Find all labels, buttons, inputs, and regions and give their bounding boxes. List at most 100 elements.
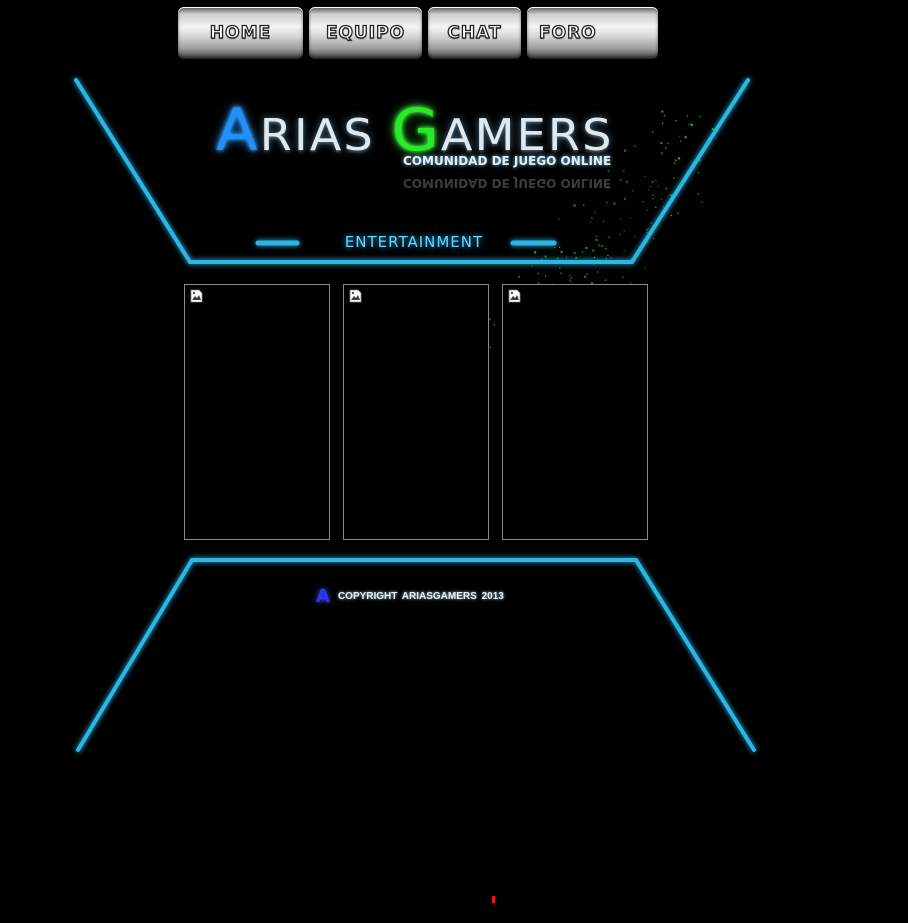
site-logo[interactable]: ARIAS GAMERS COMUNIDAD DE JUEGO ONLINE (216, 96, 626, 168)
particle (493, 324, 495, 326)
particle (694, 159, 696, 162)
particle (590, 221, 592, 223)
particle (644, 267, 646, 269)
particle (673, 177, 675, 179)
particle (585, 247, 588, 249)
logo-initial-a: A (216, 96, 260, 164)
particle (690, 124, 693, 127)
particle (569, 279, 571, 281)
nav-chat-button[interactable]: CHAT (428, 7, 521, 59)
page: HOME EQUIPO CHAT FORO ARIAS GAMERS COMUN… (0, 0, 908, 923)
particle (604, 279, 607, 281)
particle (559, 267, 561, 269)
particle (610, 257, 612, 259)
broken-image-icon (508, 289, 521, 303)
particle (554, 247, 556, 249)
particle (592, 249, 594, 252)
red-mark (492, 896, 495, 903)
particle (665, 187, 667, 190)
particle (595, 238, 598, 241)
particle (661, 122, 664, 124)
particle (556, 257, 559, 260)
particle (631, 190, 634, 192)
particle (619, 233, 621, 236)
particle (570, 281, 572, 283)
particle (661, 123, 664, 125)
particle (573, 252, 576, 255)
particle (592, 249, 595, 252)
particle (697, 193, 699, 195)
particle (605, 247, 607, 250)
nav-foro-button[interactable]: FORO (527, 7, 658, 59)
nav-home-label: HOME (209, 22, 272, 43)
content-panel-3[interactable] (502, 284, 648, 540)
particle (626, 181, 628, 184)
particle (646, 228, 648, 231)
particle (601, 261, 603, 263)
particle (623, 250, 625, 252)
logo-reflection: COMUNIDAD DE JUEGO ONLINE (216, 172, 626, 212)
particle (677, 212, 679, 214)
particle (558, 218, 560, 220)
particle (679, 135, 681, 137)
particle (657, 223, 659, 225)
particle (651, 230, 654, 232)
particle (608, 236, 610, 238)
particle (594, 211, 596, 214)
particle (660, 152, 663, 155)
particle (651, 180, 654, 183)
particle (584, 275, 587, 278)
particle (697, 171, 700, 174)
particle (661, 110, 664, 113)
particle (648, 189, 650, 191)
particle (598, 244, 601, 247)
nav-home-button[interactable]: HOME (178, 7, 303, 59)
footer: A COPYRIGHT ARIASGAMERS 2013 (316, 586, 504, 607)
particle (624, 260, 627, 263)
particle (650, 222, 652, 224)
nav-equipo-button[interactable]: EQUIPO (309, 7, 422, 59)
particle (591, 217, 593, 219)
particle (652, 131, 654, 133)
particle (489, 346, 491, 348)
particle (619, 218, 622, 220)
particle (607, 254, 609, 256)
particle (575, 256, 578, 259)
particle (592, 262, 594, 264)
particle (647, 228, 649, 230)
broken-image-icon (190, 289, 203, 303)
particle (623, 230, 625, 232)
particle (670, 194, 673, 197)
content-panel-2[interactable] (343, 284, 489, 540)
particle (605, 258, 608, 260)
particle (541, 258, 543, 260)
particle (699, 115, 701, 117)
particle (531, 265, 533, 267)
particle (655, 180, 657, 182)
particle (674, 162, 676, 164)
particle (634, 236, 636, 238)
particle (652, 194, 654, 197)
particle (635, 257, 637, 259)
particle (646, 231, 648, 234)
particle (518, 276, 520, 278)
particle (680, 182, 683, 185)
particle (660, 198, 662, 200)
particle (715, 137, 717, 139)
particle (689, 123, 692, 126)
particle (560, 250, 563, 253)
particle (601, 245, 604, 248)
particle (602, 220, 605, 222)
particle (596, 271, 599, 273)
particle (558, 246, 561, 248)
particle (653, 238, 655, 240)
particle (684, 136, 687, 139)
particle (660, 142, 663, 145)
particle (537, 273, 540, 275)
particle (711, 128, 714, 131)
entertainment-tagline: ENTERTAINMENT (344, 233, 484, 251)
particle (544, 255, 547, 258)
content-panel-1[interactable] (184, 284, 330, 540)
nav-chat-label: CHAT (447, 22, 502, 43)
particle (644, 175, 646, 178)
